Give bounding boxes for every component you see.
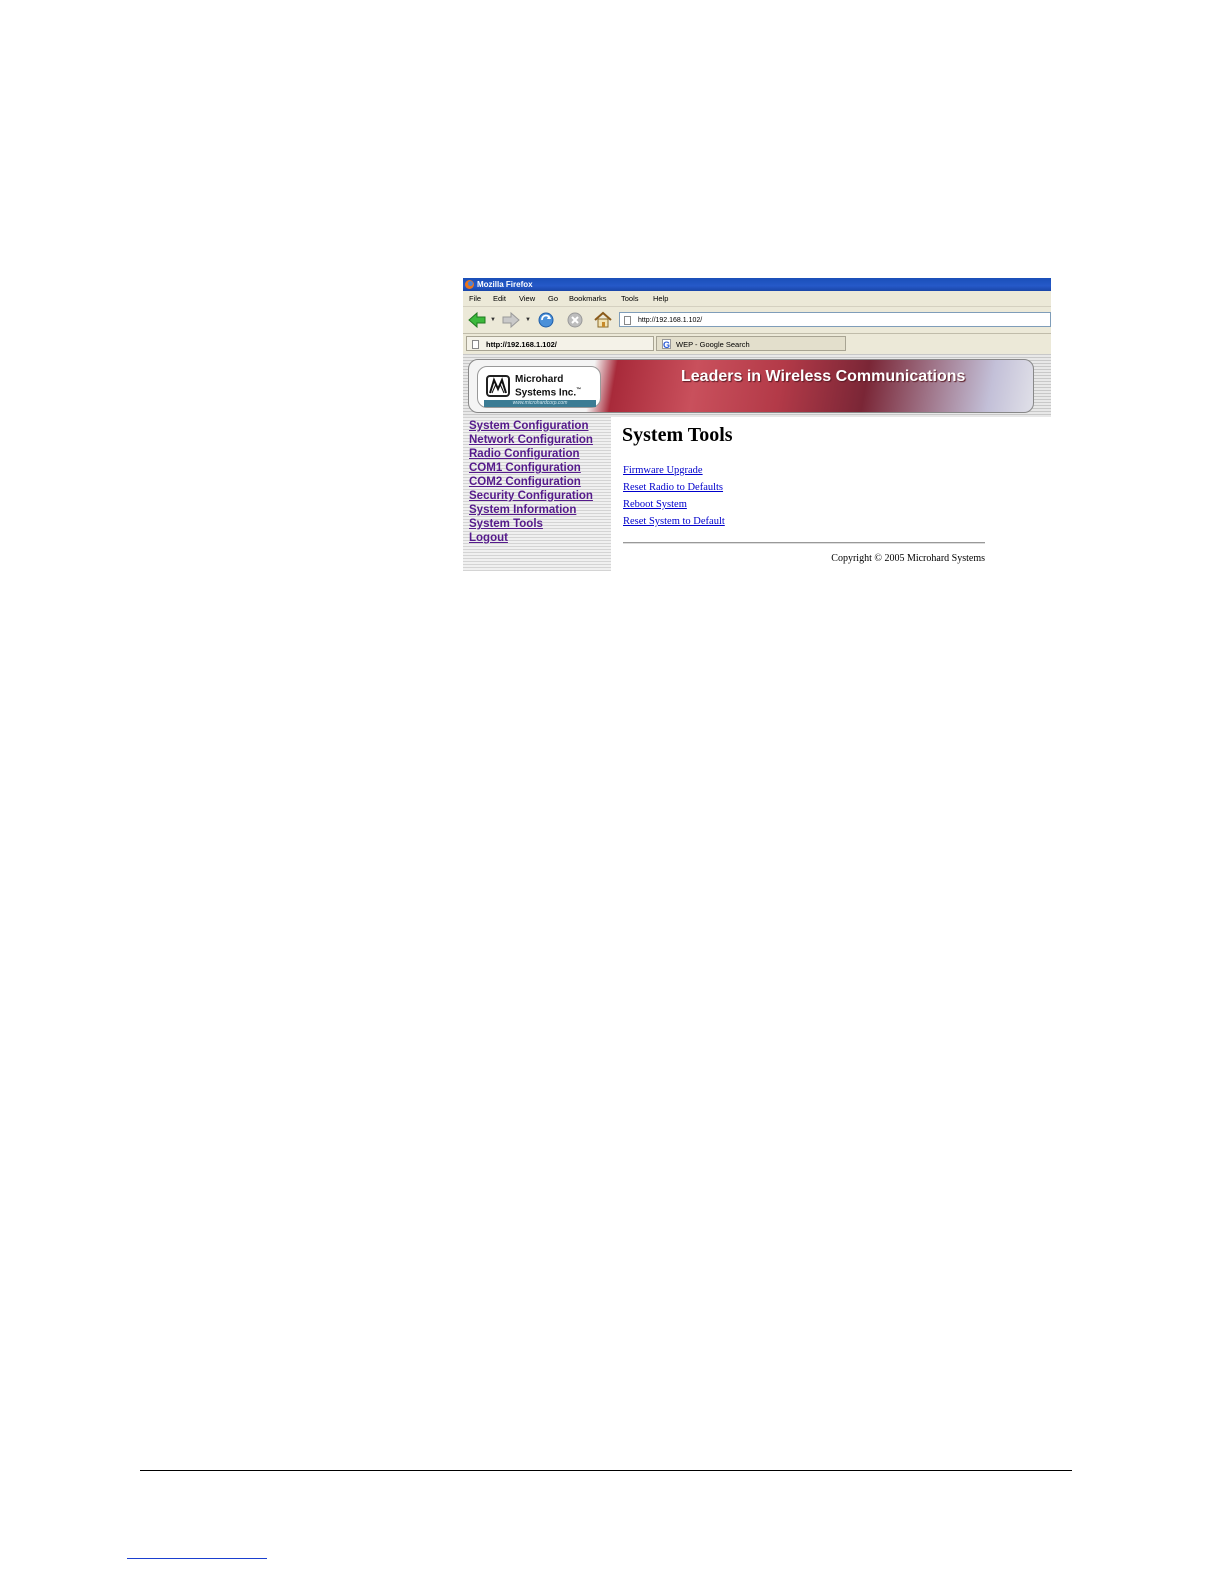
forward-dropdown-icon[interactable]: ▼ (525, 317, 531, 323)
menu-file[interactable]: File (469, 291, 481, 306)
page-title: System Tools (622, 424, 733, 446)
sidebar-item-system-information[interactable]: System Information (469, 503, 576, 517)
logo-tm: ™ (576, 387, 582, 393)
document-footer-link-underline (127, 1558, 267, 1559)
stop-icon[interactable] (565, 311, 585, 329)
firmware-upgrade-link[interactable]: Firmware Upgrade (623, 465, 703, 476)
sidebar-item-network-configuration[interactable]: Network Configuration (469, 433, 593, 447)
sidebar-item-security-configuration[interactable]: Security Configuration (469, 489, 593, 503)
microhard-logo: Microhard Systems Inc.™ www.microhardcor… (477, 366, 601, 408)
menu-go[interactable]: Go (548, 291, 558, 306)
microhard-logo-icon (486, 375, 510, 397)
sidebar-item-com2-configuration[interactable]: COM2 Configuration (469, 475, 581, 489)
logo-line1: Microhard (515, 374, 564, 385)
content-divider (623, 542, 985, 544)
url-field[interactable]: http://192.168.1.102/ (619, 312, 1051, 327)
web-page: Microhard Systems Inc.™ www.microhardcor… (463, 354, 1051, 571)
sidebar-item-radio-configuration[interactable]: Radio Configuration (469, 447, 580, 461)
sidebar-item-system-tools[interactable]: System Tools (469, 517, 543, 531)
tab-current[interactable]: http://192.168.1.102/ (466, 336, 654, 351)
url-text: http://192.168.1.102/ (638, 317, 703, 324)
reset-radio-defaults-link[interactable]: Reset Radio to Defaults (623, 482, 723, 493)
google-icon: G (662, 339, 671, 350)
back-icon[interactable] (467, 311, 487, 329)
main-content: System Tools Firmware Upgrade Reset Radi… (622, 417, 1042, 571)
menu-view[interactable]: View (519, 291, 535, 306)
menu-bookmarks[interactable]: Bookmarks (569, 291, 607, 306)
sidebar-item-system-configuration[interactable]: System Configuration (469, 419, 588, 433)
navigation-toolbar: ▼ ▼ http://192.168.1.102/ (463, 306, 1051, 334)
sidebar-item-logout[interactable]: Logout (469, 531, 508, 545)
sidebar-item-com1-configuration[interactable]: COM1 Configuration (469, 461, 581, 475)
logo-line2-text: Systems Inc. (515, 387, 577, 399)
page-icon (472, 340, 479, 349)
document-footer-rule (140, 1470, 1072, 1471)
sidebar-nav: System Configuration Network Configurati… (463, 417, 611, 571)
logo-url: www.microhardcorp.com (484, 400, 596, 407)
banner-tagline: Leaders in Wireless Communications (681, 368, 966, 385)
back-dropdown-icon[interactable]: ▼ (490, 317, 496, 323)
tab-label: WEP - Google Search (676, 340, 750, 349)
window-title: Mozilla Firefox (477, 280, 533, 289)
page-icon (624, 316, 631, 325)
logo-line2: Systems Inc.™ (515, 385, 581, 398)
home-icon[interactable] (593, 311, 613, 329)
reset-system-default-link[interactable]: Reset System to Default (623, 516, 725, 527)
banner-graphic: Microhard Systems Inc.™ www.microhardcor… (468, 359, 1034, 413)
tab-bar: http://192.168.1.102/ G WEP - Google Sea… (463, 333, 1051, 355)
header-banner: Microhard Systems Inc.™ www.microhardcor… (463, 354, 1051, 417)
menu-tools[interactable]: Tools (621, 291, 639, 306)
menu-edit[interactable]: Edit (493, 291, 506, 306)
reboot-system-link[interactable]: Reboot System (623, 499, 687, 510)
reload-icon[interactable] (536, 311, 556, 329)
firefox-icon (465, 280, 474, 289)
menu-help[interactable]: Help (653, 291, 668, 306)
copyright-text: Copyright © 2005 Microhard Systems (831, 553, 985, 564)
browser-screenshot: Mozilla Firefox File Edit View Go Bookma… (463, 278, 1051, 571)
tab-google-search[interactable]: G WEP - Google Search (656, 336, 846, 351)
forward-icon[interactable] (501, 311, 521, 329)
tab-label: http://192.168.1.102/ (486, 340, 557, 349)
title-bar: Mozilla Firefox (463, 278, 1051, 291)
logo-text: Microhard Systems Inc.™ (515, 375, 581, 398)
menu-bar: File Edit View Go Bookmarks Tools Help (463, 291, 1051, 306)
